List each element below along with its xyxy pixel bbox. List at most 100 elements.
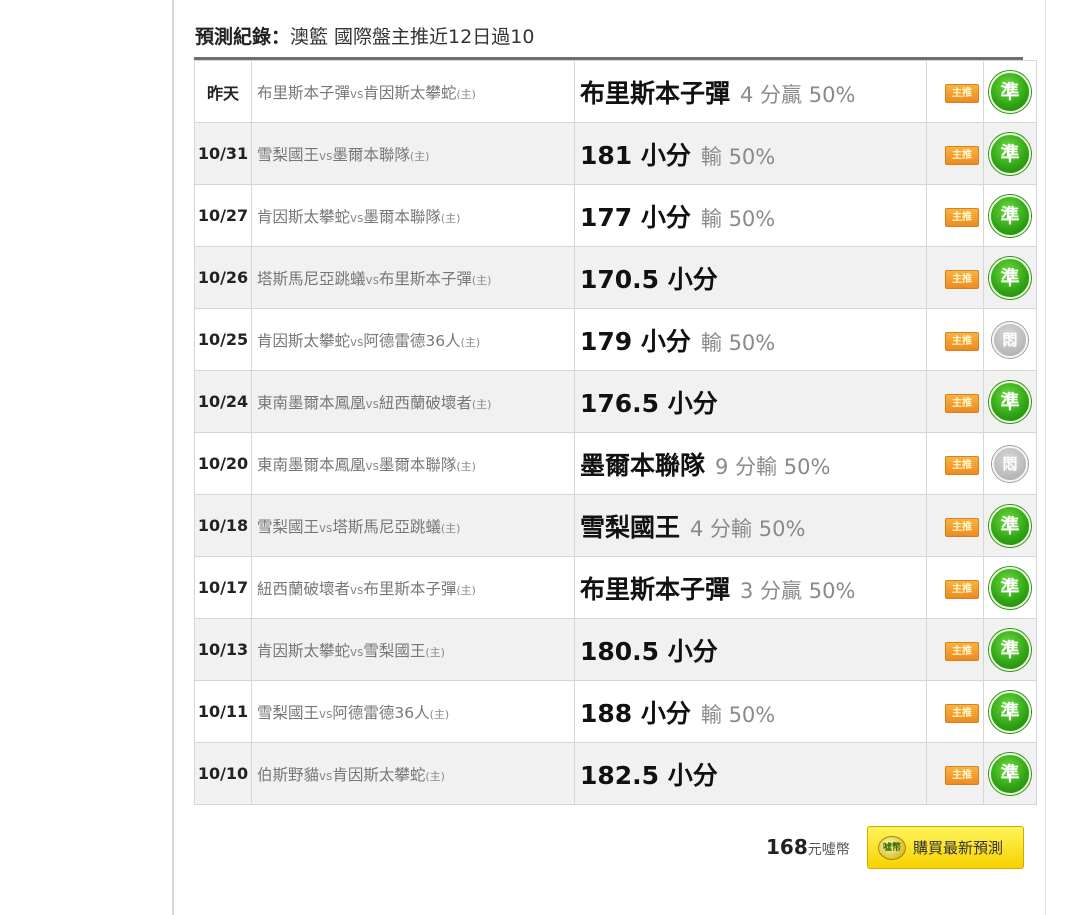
vs-label: vs bbox=[350, 210, 364, 225]
record-date: 10/26 bbox=[194, 246, 252, 309]
pick-detail: 3 分贏 50% bbox=[740, 578, 856, 603]
table-row: 10/10 伯斯野貓vs肯因斯太攀蛇(主) 182.5 小分 主推準 bbox=[194, 742, 1037, 805]
record-date: 10/11 bbox=[194, 680, 252, 743]
record-pick: 170.5 小分 bbox=[574, 246, 927, 309]
record-date: 10/17 bbox=[194, 556, 252, 619]
home-team: 墨爾本聯隊 bbox=[363, 207, 441, 226]
record-tag-cell: 主推 bbox=[926, 60, 984, 123]
vs-label: vs bbox=[319, 706, 333, 721]
record-tag-cell: 主推 bbox=[926, 742, 984, 805]
record-result-cell: 悶 bbox=[983, 308, 1037, 371]
record-tag-cell: 主推 bbox=[926, 184, 984, 247]
home-team: 阿德雷德36人 bbox=[363, 331, 461, 350]
record-result-cell: 準 bbox=[983, 680, 1037, 743]
records-header: 預測紀錄：澳籃 國際盤主推近12日過10 bbox=[195, 22, 534, 49]
record-result-cell: 準 bbox=[983, 556, 1037, 619]
vs-label: vs bbox=[319, 148, 333, 163]
correct-result-icon: 準 bbox=[989, 70, 1031, 113]
record-matchup: 布里斯本子彈vs肯因斯太攀蛇(主) bbox=[251, 60, 575, 123]
home-marker: (主) bbox=[429, 707, 450, 721]
record-matchup: 紐西蘭破壞者vs布里斯本子彈(主) bbox=[251, 556, 575, 619]
record-matchup: 肯因斯太攀蛇vs阿德雷德36人(主) bbox=[251, 308, 575, 371]
pick-main: 182.5 小分 bbox=[580, 760, 718, 790]
pick-main: 布里斯本子彈 bbox=[580, 574, 731, 604]
record-pick: 墨爾本聯隊 9 分輸 50% bbox=[574, 432, 927, 495]
record-date: 10/24 bbox=[194, 370, 252, 433]
home-marker: (主) bbox=[425, 645, 445, 659]
away-team: 雪梨國王 bbox=[257, 145, 320, 164]
pick-main: 布里斯本子彈 bbox=[580, 78, 731, 108]
home-marker: (主) bbox=[456, 583, 476, 597]
pick-detail: 輸 50% bbox=[700, 206, 776, 231]
price-display: 168元噓幣 bbox=[766, 835, 850, 859]
vs-label: vs bbox=[365, 458, 379, 473]
away-team: 東南墨爾本鳳凰 bbox=[257, 455, 366, 474]
vs-label: vs bbox=[350, 86, 364, 101]
pick-main: 墨爾本聯隊 bbox=[580, 450, 706, 480]
pick-main: 188 小分 bbox=[580, 698, 691, 728]
correct-result-icon: 準 bbox=[989, 194, 1031, 237]
table-row: 10/24 東南墨爾本鳳凰vs紐西蘭破壞者(主) 176.5 小分 主推準 bbox=[194, 370, 1037, 433]
away-team: 伯斯野貓 bbox=[257, 765, 320, 784]
record-pick: 177 小分輸 50% bbox=[574, 184, 927, 247]
table-row: 10/31 雪梨國王vs墨爾本聯隊(主) 181 小分輸 50% 主推準 bbox=[194, 122, 1037, 185]
pick-main: 180.5 小分 bbox=[580, 636, 718, 666]
record-date: 10/20 bbox=[194, 432, 252, 495]
record-date: 10/13 bbox=[194, 618, 252, 681]
record-pick: 182.5 小分 bbox=[574, 742, 927, 805]
records-header-title: 澳籃 國際盤主推近12日過10 bbox=[290, 26, 535, 48]
record-matchup: 伯斯野貓vs肯因斯太攀蛇(主) bbox=[251, 742, 575, 805]
main-pick-badge: 主推 bbox=[945, 331, 979, 351]
main-pick-badge: 主推 bbox=[945, 269, 979, 289]
record-matchup: 雪梨國王vs阿德雷德36人(主) bbox=[251, 680, 575, 743]
pick-main: 170.5 小分 bbox=[580, 264, 718, 294]
record-date: 10/10 bbox=[194, 742, 252, 805]
record-tag-cell: 主推 bbox=[926, 618, 984, 681]
record-matchup: 雪梨國王vs墨爾本聯隊(主) bbox=[251, 122, 575, 185]
record-matchup: 肯因斯太攀蛇vs雪梨國王(主) bbox=[251, 618, 575, 681]
home-marker: (主) bbox=[456, 459, 476, 473]
main-pick-badge: 主推 bbox=[945, 765, 979, 785]
record-pick: 180.5 小分 bbox=[574, 618, 927, 681]
record-tag-cell: 主推 bbox=[926, 680, 984, 743]
pick-detail: 輸 50% bbox=[700, 144, 776, 169]
home-team: 布里斯本子彈 bbox=[378, 269, 472, 288]
record-tag-cell: 主推 bbox=[926, 122, 984, 185]
record-result-cell: 準 bbox=[983, 370, 1037, 433]
away-team: 東南墨爾本鳳凰 bbox=[257, 393, 366, 412]
vs-label: vs bbox=[319, 768, 333, 783]
record-matchup: 雪梨國王vs塔斯馬尼亞跳蟻(主) bbox=[251, 494, 575, 557]
home-team: 布里斯本子彈 bbox=[363, 579, 457, 598]
away-team: 肯因斯太攀蛇 bbox=[257, 331, 351, 350]
push-result-icon: 悶 bbox=[992, 445, 1028, 482]
pick-main: 176.5 小分 bbox=[580, 388, 718, 418]
home-marker: (主) bbox=[471, 273, 492, 287]
record-result-cell: 準 bbox=[983, 122, 1037, 185]
main-pick-badge: 主推 bbox=[945, 517, 979, 537]
coin-icon: 噓幣 bbox=[878, 835, 906, 860]
table-row: 10/27 肯因斯太攀蛇vs墨爾本聯隊(主) 177 小分輸 50% 主推準 bbox=[194, 184, 1037, 247]
home-marker: (主) bbox=[440, 211, 461, 225]
record-tag-cell: 主推 bbox=[926, 432, 984, 495]
main-pick-badge: 主推 bbox=[945, 703, 979, 723]
record-pick: 布里斯本子彈 4 分贏 50% bbox=[574, 60, 927, 123]
record-result-cell: 準 bbox=[983, 494, 1037, 557]
main-pick-badge: 主推 bbox=[945, 145, 979, 165]
home-team: 塔斯馬尼亞跳蟻 bbox=[332, 517, 441, 536]
record-pick: 188 小分輸 50% bbox=[574, 680, 927, 743]
record-matchup: 塔斯馬尼亞跳蟻vs布里斯本子彈(主) bbox=[251, 246, 575, 309]
record-matchup: 肯因斯太攀蛇vs墨爾本聯隊(主) bbox=[251, 184, 575, 247]
correct-result-icon: 準 bbox=[989, 566, 1031, 609]
record-matchup: 東南墨爾本鳳凰vs墨爾本聯隊(主) bbox=[251, 432, 575, 495]
record-result-cell: 準 bbox=[983, 618, 1037, 681]
correct-result-icon: 準 bbox=[989, 504, 1031, 547]
record-pick: 179 小分輸 50% bbox=[574, 308, 927, 371]
buy-latest-prediction-button[interactable]: 噓幣 購買最新預測 bbox=[867, 826, 1024, 869]
record-pick: 181 小分輸 50% bbox=[574, 122, 927, 185]
vs-label: vs bbox=[350, 582, 364, 597]
record-tag-cell: 主推 bbox=[926, 494, 984, 557]
away-team: 肯因斯太攀蛇 bbox=[257, 207, 351, 226]
vs-label: vs bbox=[319, 520, 333, 535]
main-pick-badge: 主推 bbox=[945, 579, 979, 599]
price-unit: 元噓幣 bbox=[807, 842, 850, 858]
